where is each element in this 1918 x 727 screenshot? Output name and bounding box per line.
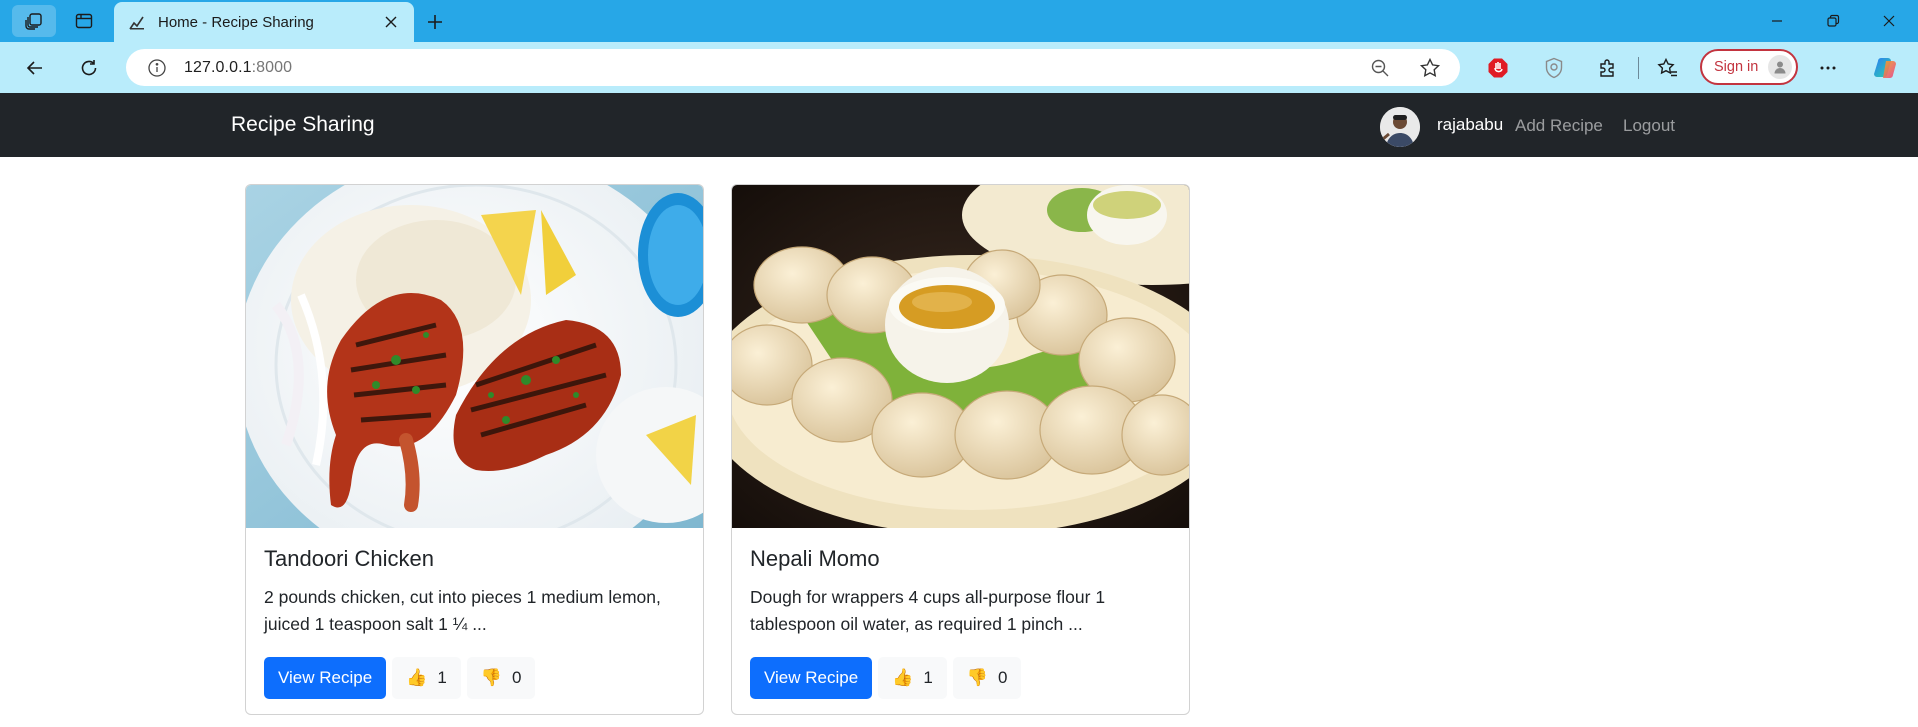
new-tab-button[interactable]	[420, 7, 450, 37]
back-button[interactable]	[19, 52, 51, 84]
zoom-out-icon[interactable]	[1368, 56, 1392, 80]
more-options-button[interactable]	[1812, 52, 1844, 84]
chart-favicon-icon	[128, 13, 146, 31]
favorites-list-icon	[1657, 57, 1677, 77]
url-host: 127.0.0.1	[184, 58, 252, 76]
favorites-button[interactable]	[1652, 52, 1684, 84]
address-url: 127.0.0.1:8000	[184, 59, 292, 77]
minimize-button[interactable]	[1750, 4, 1804, 38]
address-bar[interactable]: 127.0.0.1:8000	[126, 49, 1460, 86]
view-recipe-button[interactable]: View Recipe	[264, 657, 387, 699]
username-label: rajababu	[1437, 115, 1504, 134]
shield-extension-button[interactable]	[1538, 52, 1570, 84]
url-port: :8000	[251, 58, 293, 76]
puzzle-icon	[1600, 59, 1614, 77]
tab-home[interactable]: Home - Recipe Sharing	[114, 2, 414, 42]
tab-title: Home - Recipe Sharing	[158, 13, 314, 31]
browser-tabstrip: Home - Recipe Sharing	[0, 0, 1918, 42]
site-navbar: Recipe Sharing rajababu Add Recipe Logou…	[0, 93, 1918, 157]
tandoori-chicken-image	[246, 185, 703, 528]
toolbar-divider	[1638, 57, 1639, 79]
back-arrow-icon	[26, 61, 42, 75]
restore-button[interactable]	[1806, 4, 1860, 38]
recipe-title: Nepali Momo	[750, 546, 880, 571]
thumbs-down-icon: 👎	[966, 668, 988, 687]
shield-icon	[1545, 57, 1563, 79]
thumbs-down-icon: 👎	[480, 668, 502, 687]
sign-in-button[interactable]: Sign in	[1700, 49, 1798, 85]
recipe-excerpt: 2 pounds chicken, cut into pieces 1 medi…	[264, 587, 661, 634]
thumbs-up-icon: 👍	[406, 668, 428, 687]
tab-actions-button[interactable]	[62, 5, 106, 37]
extensions-button[interactable]	[1592, 52, 1624, 84]
minimize-icon	[1772, 20, 1782, 22]
card-body: Tandoori Chicken 2 pounds chicken, cut i…	[246, 528, 703, 714]
like-button[interactable]: 👍 1	[878, 657, 947, 699]
workspaces-button[interactable]	[12, 5, 56, 37]
like-count: 1	[923, 668, 933, 687]
view-recipe-button[interactable]: View Recipe	[750, 657, 873, 699]
copilot-button[interactable]	[1869, 52, 1901, 84]
tab-actions-icon	[75, 13, 93, 29]
close-window-button[interactable]	[1862, 4, 1916, 38]
info-icon[interactable]	[146, 57, 168, 79]
recipe-excerpt: Dough for wrappers 4 cups all-purpose fl…	[750, 587, 1106, 634]
thumbs-up-icon: 👍	[892, 668, 914, 687]
card-actions: View Recipe 👍 1 👎 0	[264, 657, 685, 699]
dislike-count: 0	[512, 668, 522, 687]
recipe-card: Nepali Momo Dough for wrappers 4 cups al…	[731, 184, 1190, 715]
recipe-card: Tandoori Chicken 2 pounds chicken, cut i…	[245, 184, 704, 715]
plus-icon	[428, 15, 442, 29]
dislike-button[interactable]: 👎 0	[952, 657, 1022, 699]
like-count: 1	[437, 668, 447, 687]
restore-icon	[1827, 14, 1840, 27]
nepali-momo-image	[732, 185, 1189, 528]
favorite-star-icon[interactable]	[1418, 56, 1442, 80]
close-tab-icon[interactable]	[382, 13, 400, 31]
adblock-extension-button[interactable]	[1482, 52, 1514, 84]
brand-link[interactable]: Recipe Sharing	[231, 113, 375, 137]
dislike-button[interactable]: 👎 0	[466, 657, 536, 699]
add-recipe-link[interactable]: Add Recipe	[1515, 116, 1603, 136]
workspaces-icon	[25, 13, 42, 30]
card-body: Nepali Momo Dough for wrappers 4 cups al…	[732, 528, 1189, 714]
refresh-icon	[81, 60, 97, 76]
like-button[interactable]: 👍 1	[392, 657, 461, 699]
card-actions: View Recipe 👍 1 👎 0	[750, 657, 1171, 699]
close-icon	[1883, 15, 1895, 27]
refresh-button[interactable]	[73, 52, 105, 84]
profile-avatar-icon	[1768, 55, 1792, 79]
stop-hand-icon	[1488, 58, 1508, 78]
browser-toolbar: 127.0.0.1:8000 Sign in	[0, 42, 1918, 93]
ellipsis-icon	[1820, 66, 1836, 70]
sign-in-label: Sign in	[1714, 59, 1759, 75]
copilot-icon	[1874, 58, 1896, 78]
logout-link[interactable]: Logout	[1623, 116, 1675, 136]
user-avatar	[1380, 107, 1420, 147]
dislike-count: 0	[998, 668, 1008, 687]
recipe-title: Tandoori Chicken	[264, 546, 434, 571]
